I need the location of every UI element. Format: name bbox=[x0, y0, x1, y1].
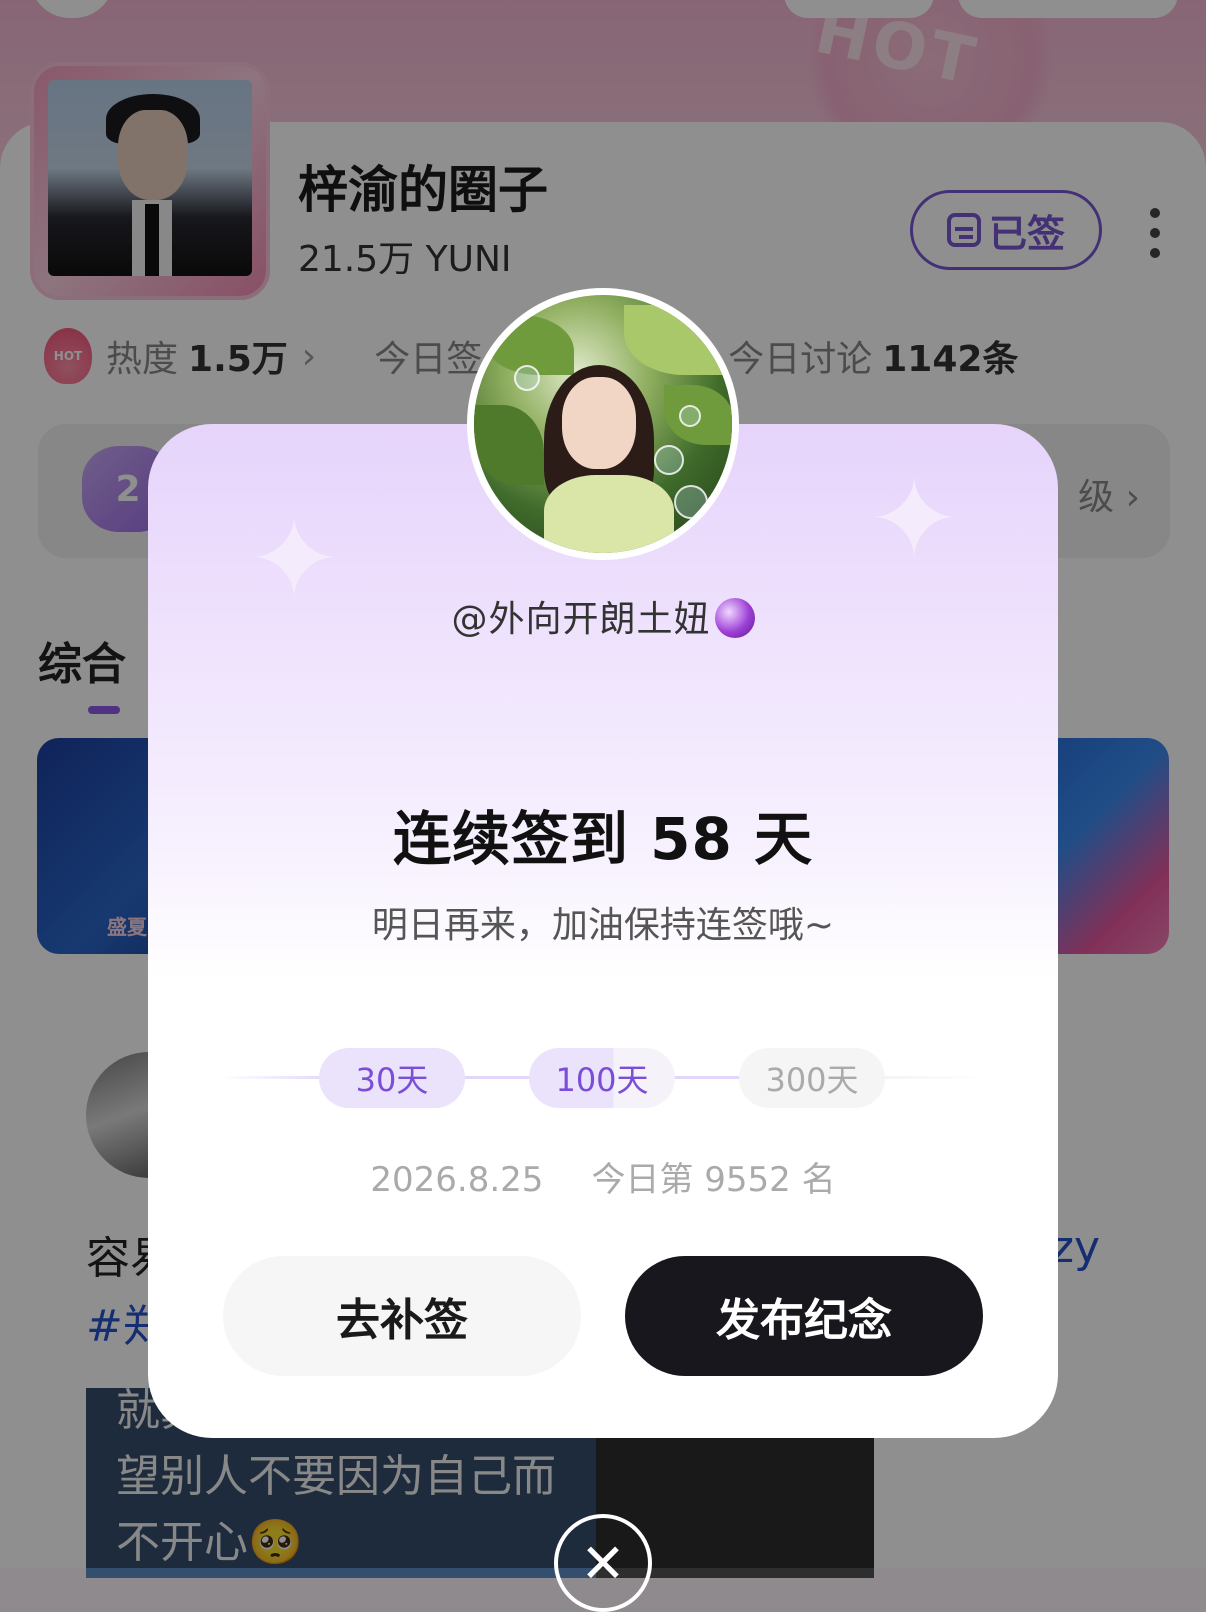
milestone-100: 100天 bbox=[529, 1048, 675, 1108]
user-avatar[interactable] bbox=[467, 288, 739, 560]
user-avatar-photo bbox=[474, 295, 732, 553]
milestone-300: 300天 bbox=[739, 1048, 885, 1108]
checkin-modal: ✦ ✦ @外向开朗土妞 连续签到 58 天 明日再来，加油保持连签哦~ 30天 … bbox=[148, 288, 1058, 1438]
streak-title: 连续签到 58 天 bbox=[392, 805, 814, 873]
username: @外向开朗土妞 bbox=[148, 590, 1058, 642]
makeup-checkin-button[interactable]: 去补签 bbox=[223, 1256, 581, 1376]
close-icon[interactable]: ✕ bbox=[554, 1514, 652, 1612]
crystal-ball-icon bbox=[714, 598, 755, 638]
milestone-30: 30天 bbox=[319, 1048, 465, 1108]
star-decoration: ✦ bbox=[868, 455, 961, 583]
checkin-meta: 2026.8.25 今日第 9552 名 bbox=[148, 1152, 1058, 1201]
streak-subtitle: 明日再来，加油保持连签哦~ bbox=[371, 905, 835, 946]
publish-memorial-button[interactable]: 发布纪念 bbox=[625, 1256, 983, 1376]
checkin-rank: 今日第 9552 名 bbox=[591, 1160, 836, 1200]
username-text: @外向开朗土妞 bbox=[451, 599, 711, 640]
checkin-date: 2026.8.25 bbox=[370, 1160, 544, 1200]
